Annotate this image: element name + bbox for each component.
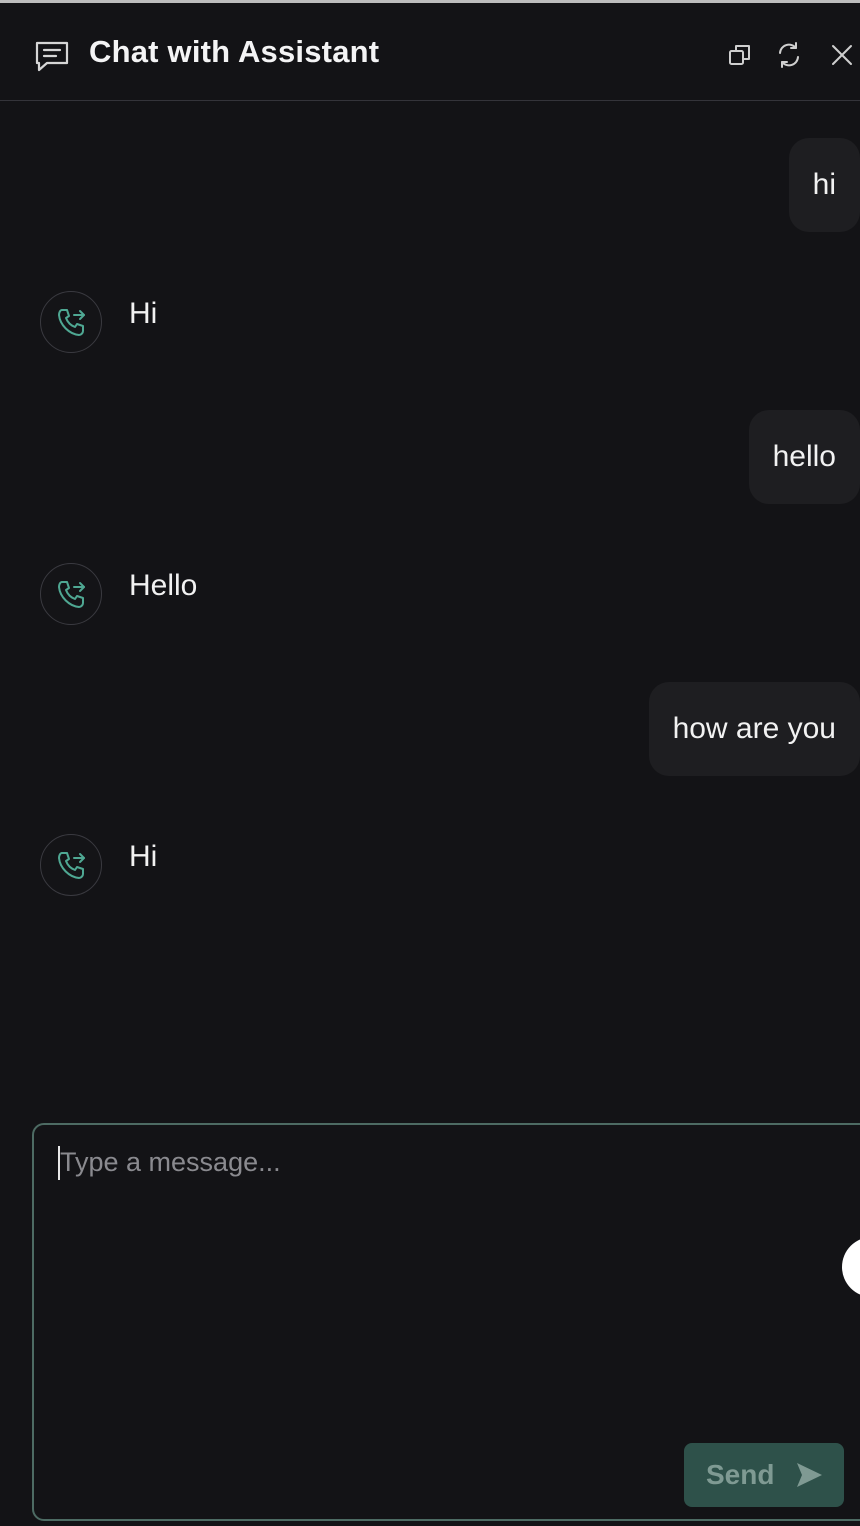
message-text: how are you: [672, 712, 836, 745]
user-message: hi: [788, 138, 860, 232]
send-button[interactable]: Send: [684, 1443, 844, 1507]
refresh-icon[interactable]: [775, 41, 803, 69]
assistant-avatar: [40, 563, 102, 625]
chat-bubble-icon: [34, 38, 70, 74]
message-input[interactable]: [60, 1139, 840, 1429]
message-composer: Send: [32, 1123, 860, 1521]
message-text: hi: [812, 168, 836, 201]
send-button-label: Send: [706, 1459, 775, 1490]
send-arrow-icon: [794, 1460, 824, 1490]
chat-title: Chat with Assistant: [89, 34, 380, 69]
assistant-avatar: [40, 291, 102, 353]
message-text: Hi: [129, 840, 158, 873]
chat-header: Chat with Assistant: [0, 3, 860, 101]
assistant-avatar: [40, 834, 102, 896]
close-icon[interactable]: [828, 41, 856, 69]
user-message: how are you: [648, 682, 860, 776]
message-list: hi Hi hello Hello how are you Hi: [0, 101, 860, 1101]
user-message: hello: [748, 410, 860, 504]
phone-transfer-icon: [58, 581, 85, 608]
message-text: Hello: [129, 569, 198, 602]
popout-icon[interactable]: [726, 41, 754, 69]
message-text: hello: [772, 440, 836, 473]
chat-window: Chat with Assistant hi Hi hello Hello ho…: [0, 0, 860, 1526]
message-text: Hi: [129, 297, 158, 330]
phone-transfer-icon: [58, 852, 85, 879]
phone-transfer-icon: [58, 309, 85, 336]
